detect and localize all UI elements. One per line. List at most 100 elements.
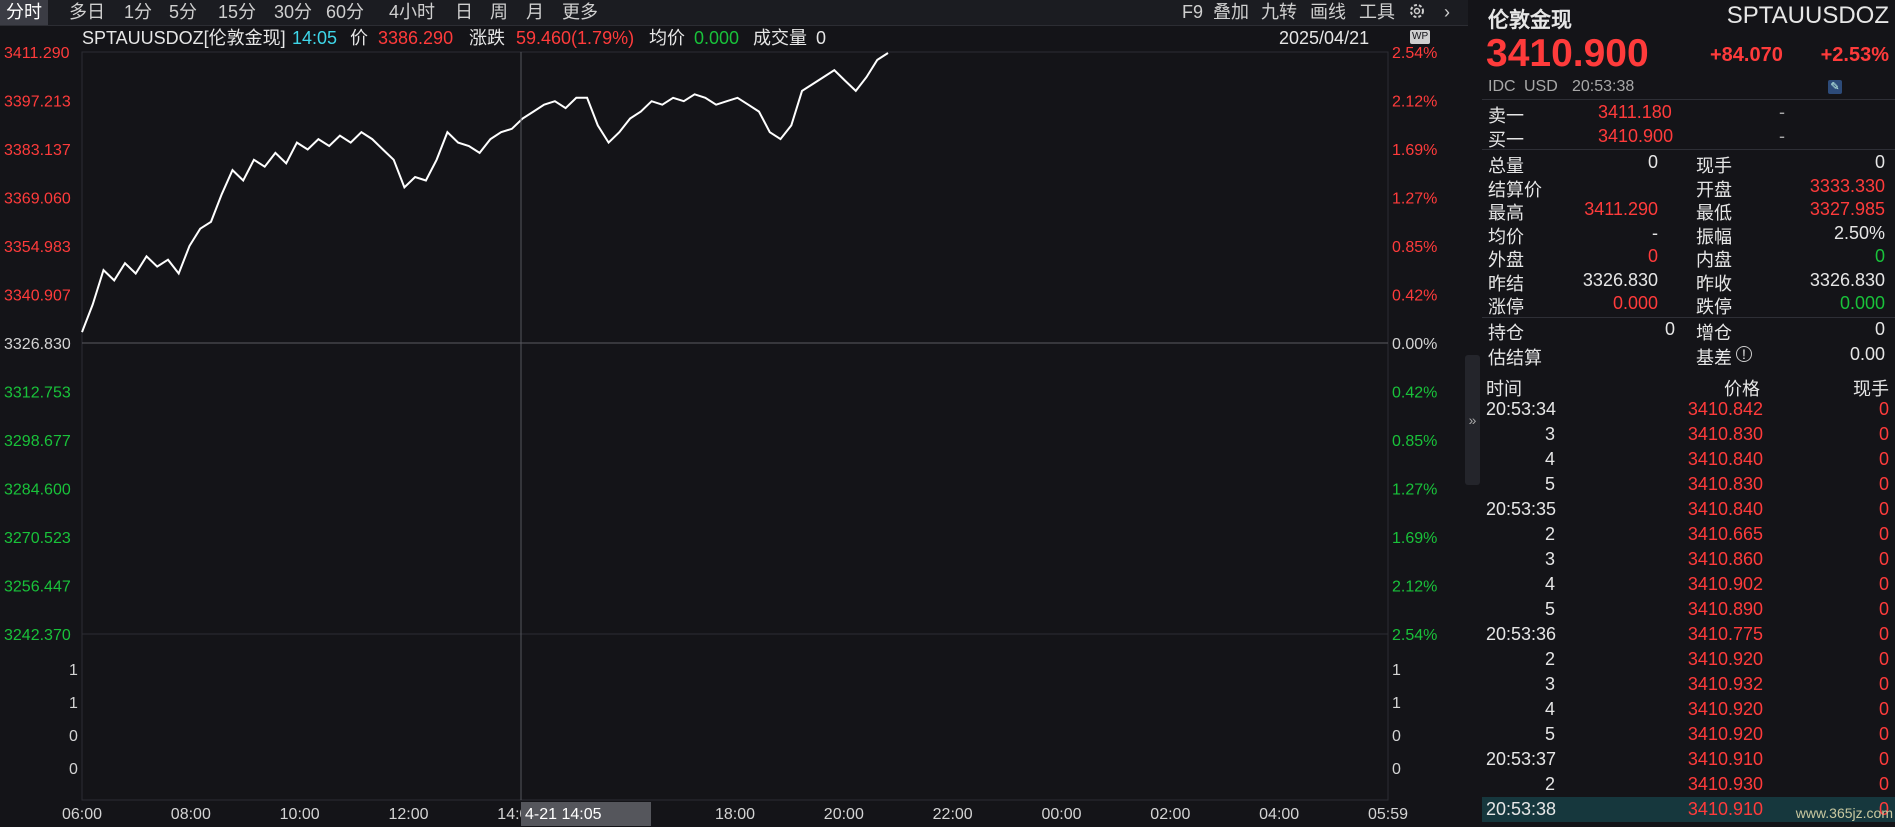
x-tick: 05:59 [1368, 806, 1408, 823]
tick-time: 20:53:35 [1486, 499, 1557, 519]
stat-value: 3333.330 [1809, 175, 1885, 196]
increase-label: 增仓 [1696, 323, 1732, 343]
tick-row: 4 3410.840 0 [1482, 447, 1895, 472]
stat-label: 现手 [1696, 156, 1732, 176]
stat-label: 开盘 [1696, 179, 1732, 200]
tick-price: 3410.930 [1687, 774, 1763, 794]
stat-value: - [1652, 222, 1658, 243]
x-tick: 00:00 [1041, 806, 1081, 823]
y-tick-left: 3411.290 [4, 45, 70, 62]
tick-time: 5 [1544, 474, 1555, 494]
stat-label: 结算价 [1488, 179, 1542, 200]
tick-row: 3 3410.830 0 [1482, 422, 1895, 447]
stat-label: 最高 [1488, 203, 1524, 223]
tick-row: 20:53:36 3410.775 0 [1482, 622, 1895, 647]
tick-row: 2 3410.930 0 [1482, 772, 1895, 797]
tick-row: 2 3410.665 0 [1482, 522, 1895, 547]
volume-tick-right: 1 [1392, 695, 1401, 712]
volume-tick-right: 0 [1392, 728, 1401, 745]
y-tick-left: 3284.600 [4, 482, 71, 499]
tick-price: 3410.920 [1687, 649, 1763, 669]
tick-volume: 0 [1878, 499, 1889, 519]
stat-label: 跌停 [1696, 297, 1732, 317]
volume-tick-left: 1 [69, 662, 78, 679]
stat-value: 0 [1647, 152, 1658, 172]
ask-label: 卖一 [1488, 106, 1524, 126]
intraday-chart[interactable]: 3411.290 2.54% 3397.213 2.12% 3383.137 1.69% 3… [0, 0, 1460, 827]
y-tick-right: 1.27% [1392, 482, 1437, 499]
tick-price: 3410.890 [1687, 599, 1763, 619]
watermark: www.365jz.com [1795, 805, 1893, 821]
position-value: 0 [1665, 319, 1676, 339]
x-tick: 10:00 [280, 806, 320, 823]
stat-value: 2.50% [1833, 222, 1885, 243]
plot-border [81, 51, 1389, 801]
collapse-panel-button[interactable]: » [1465, 355, 1480, 485]
tick-time: 20:53:37 [1486, 749, 1557, 769]
tick-volume: 0 [1878, 674, 1889, 694]
price-change: +84.070 [1710, 44, 1783, 66]
tick-time: 4 [1544, 574, 1555, 594]
increase-value: 0 [1874, 319, 1885, 339]
volume-tick-left: 1 [69, 695, 78, 712]
stat-label: 振幅 [1696, 226, 1732, 247]
tick-row: 4 3410.902 0 [1482, 572, 1895, 597]
tick-price: 3410.830 [1687, 474, 1763, 494]
x-tick: 12:00 [388, 806, 428, 823]
y-tick-right: 1.69% [1392, 142, 1437, 159]
quote-time: 20:53:38 [1572, 78, 1635, 95]
price-series [81, 52, 889, 333]
stat-label: 涨停 [1488, 297, 1524, 317]
crosshair-label: 4-21 14:05 [525, 806, 602, 823]
x-tick: 20:00 [824, 806, 864, 823]
tick-volume: 0 [1878, 474, 1889, 494]
y-axis-labels: 3411.290 2.54% 3397.213 2.12% 3383.137 1.69% 3… [4, 45, 1437, 644]
tick-price: 3410.665 [1687, 524, 1763, 544]
tick-row: 2 3410.920 0 [1482, 647, 1895, 672]
instrument-code: SPTAUUSDOZ [1726, 2, 1889, 29]
tick-price: 3410.860 [1687, 549, 1763, 569]
y-tick-left: 3354.983 [4, 239, 71, 256]
tick-time: 2 [1544, 524, 1555, 544]
tick-row: 20:53:37 3410.910 0 [1482, 747, 1895, 772]
tick-price: 3410.842 [1687, 399, 1763, 419]
tick-row: 3 3410.932 0 [1482, 672, 1895, 697]
bid-price: 3410.900 [1598, 126, 1674, 146]
tick-row: 3 3410.860 0 [1482, 547, 1895, 572]
volume-axis-labels: 1 1 1 1 0 0 0 0 [69, 662, 1401, 778]
est-settle-label: 估结算 [1488, 348, 1542, 368]
y-tick-right: 1.69% [1392, 530, 1437, 547]
x-tick: 18:00 [715, 806, 755, 823]
price-line [81, 52, 889, 333]
stat-value: 0 [1874, 152, 1885, 172]
pencil-icon[interactable]: ✎ [1828, 80, 1842, 94]
x-tick: 06:00 [62, 806, 102, 823]
tick-price: 3410.910 [1687, 749, 1763, 769]
y-tick-left: 3270.523 [4, 530, 71, 547]
stat-value: 3411.290 [1584, 199, 1658, 219]
tick-volume: 0 [1878, 774, 1889, 794]
y-tick-left: 3369.060 [4, 191, 71, 208]
tick-row: 5 3410.890 0 [1482, 597, 1895, 622]
x-tick: 08:00 [171, 806, 211, 823]
x-tick: 02:00 [1150, 806, 1190, 823]
stat-label: 昨结 [1488, 273, 1524, 294]
y-tick-left: 3383.137 [4, 142, 71, 159]
y-tick-right: 0.85% [1392, 433, 1437, 450]
tick-time: 5 [1544, 599, 1555, 619]
tick-time: 4 [1544, 449, 1555, 469]
tick-time: 2 [1544, 649, 1555, 669]
tick-row: 20:53:34 3410.842 0 [1482, 397, 1895, 422]
y-tick-right: 2.54% [1392, 627, 1437, 644]
info-icon[interactable]: ! [1736, 346, 1752, 362]
chart-grid [81, 51, 1389, 801]
tick-price: 3410.830 [1687, 424, 1763, 444]
tick-volume: 0 [1878, 749, 1889, 769]
x-tick: 04:00 [1259, 806, 1299, 823]
tick-volume: 0 [1878, 549, 1889, 569]
tick-volume: 0 [1878, 524, 1889, 544]
quote-panel: 伦敦金现 SPTAUUSDOZ 3410.900 +84.070 +2.53% … [1482, 0, 1895, 827]
tick-volume: 0 [1878, 649, 1889, 669]
y-tick-right: 2.54% [1392, 45, 1437, 62]
volume-tick-right: 0 [1392, 761, 1401, 778]
